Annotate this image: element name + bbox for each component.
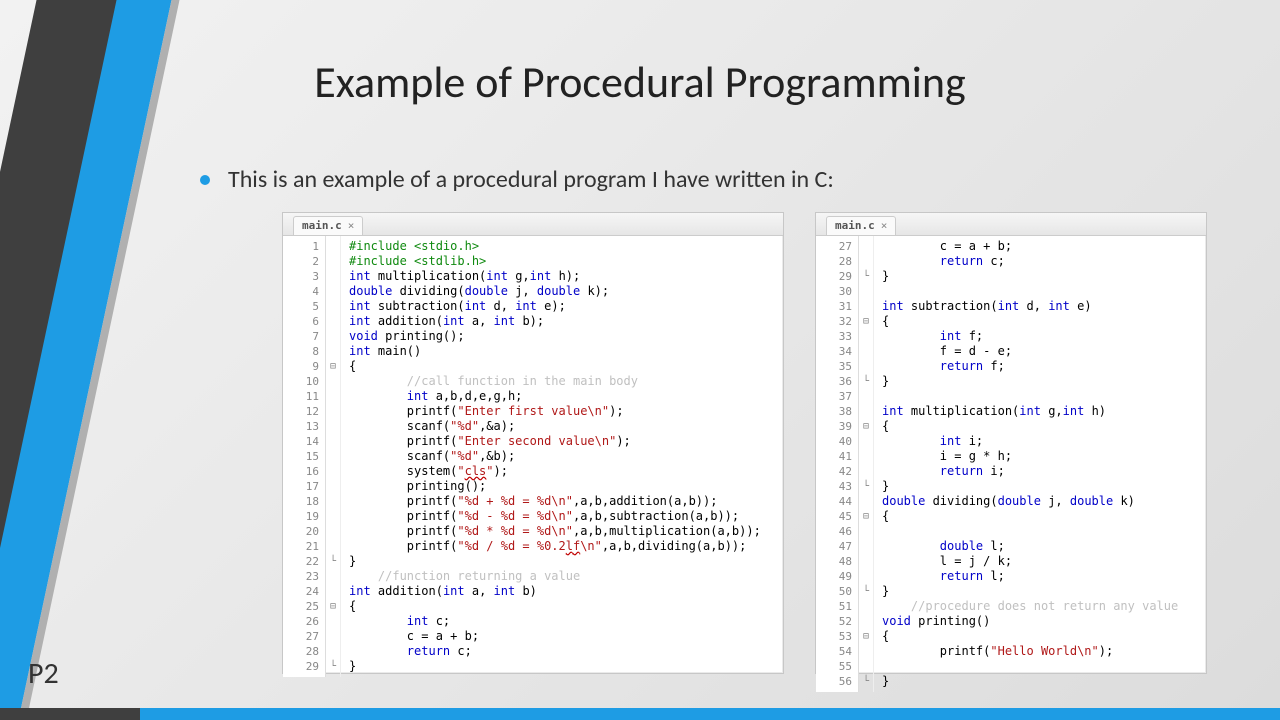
page-label: P2 — [28, 655, 59, 692]
slide-title: Example of Procedural Programming — [0, 55, 1280, 109]
tab-main-c-left[interactable]: main.c × — [293, 216, 363, 235]
line-gutter-right: 2728293031323334353637383940414243444546… — [816, 236, 859, 692]
tab-label: main.c — [302, 217, 342, 235]
code-editor-left: main.c × 1234567891011121314151617181920… — [282, 212, 784, 674]
bullet-text: This is an example of a procedural progr… — [228, 165, 834, 194]
tabbar-left: main.c × — [283, 213, 783, 236]
tab-main-c-right[interactable]: main.c × — [826, 216, 896, 235]
code-editor-right: main.c × 2728293031323334353637383940414… — [815, 212, 1207, 674]
tabbar-right: main.c × — [816, 213, 1206, 236]
tab-label: main.c — [835, 217, 875, 235]
code-lines-left: #include <stdio.h>#include <stdlib.h>int… — [341, 236, 783, 677]
bullet-dot-icon — [200, 175, 210, 185]
slide: Example of Procedural Programming This i… — [0, 0, 1280, 720]
fold-gutter-left: ⊟└⊟└ — [326, 236, 341, 677]
code-lines-right: c = a + b; return c;}int subtraction(int… — [874, 236, 1206, 692]
close-icon[interactable]: × — [881, 217, 888, 235]
line-gutter-left: 1234567891011121314151617181920212223242… — [283, 236, 326, 677]
close-icon[interactable]: × — [348, 217, 355, 235]
fold-gutter-right: └⊟└⊟└⊟└⊟└ — [859, 236, 874, 692]
decor-footer-bar — [0, 708, 1280, 720]
bullet-row: This is an example of a procedural progr… — [200, 165, 834, 194]
